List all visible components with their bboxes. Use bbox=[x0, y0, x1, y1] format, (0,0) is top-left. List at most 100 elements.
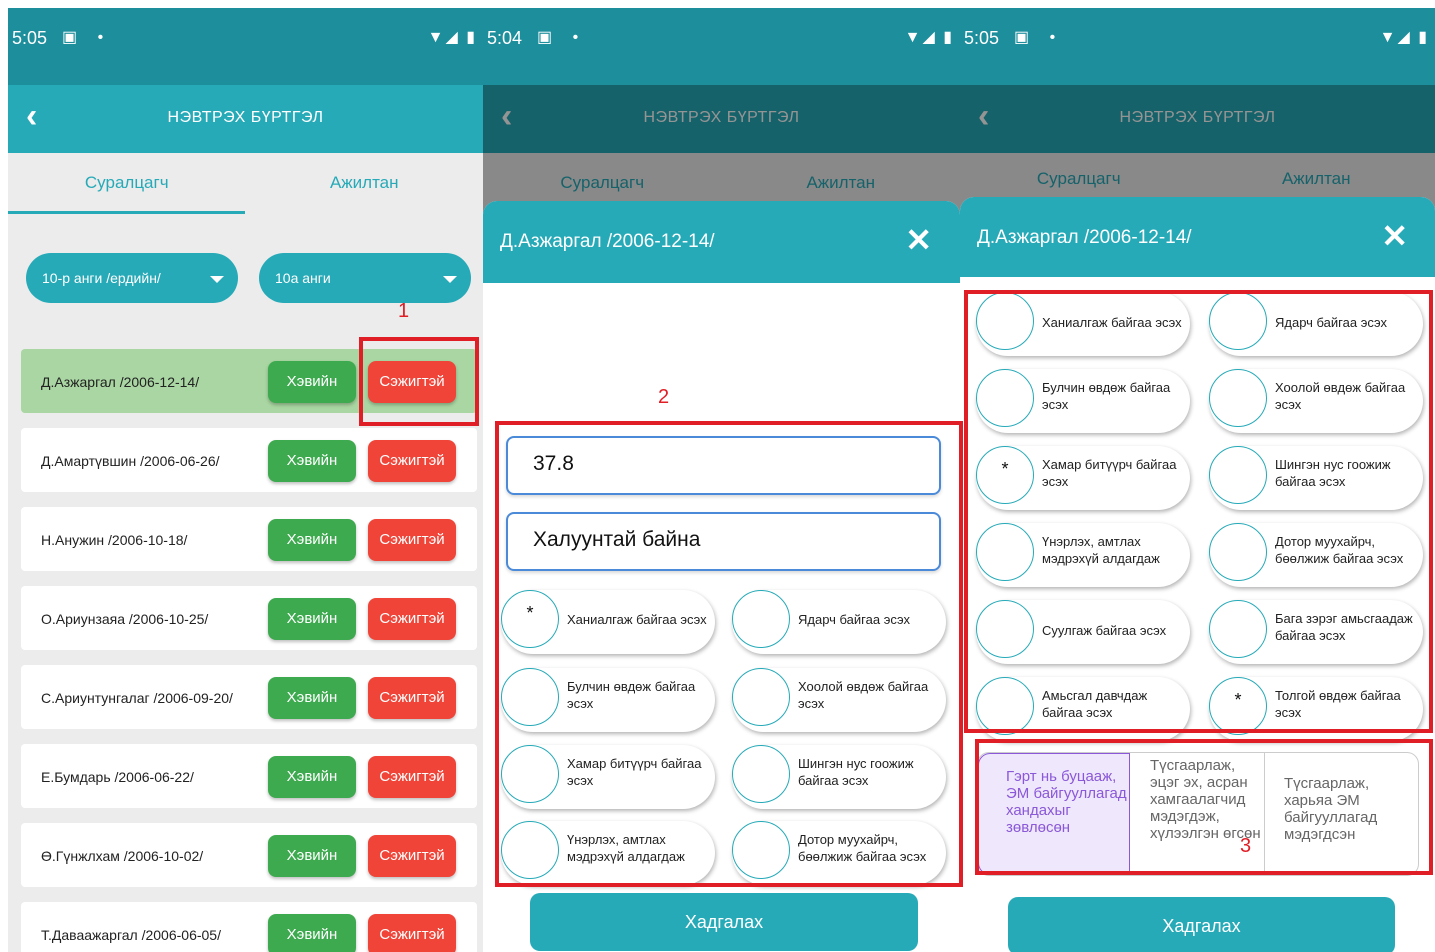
student-row[interactable]: Н.Анужин /2006-10-18/ Хэвийн Сэжигтэй bbox=[21, 507, 477, 571]
radio-circle[interactable]: * bbox=[1209, 677, 1267, 735]
radio-circle[interactable] bbox=[501, 821, 559, 879]
radio-circle[interactable]: * bbox=[501, 590, 559, 648]
symptom-option[interactable]: * Толгой өвдөж байгаа эсэх bbox=[1209, 677, 1423, 741]
selected-mark bbox=[1210, 370, 1266, 382]
radio-circle[interactable] bbox=[501, 745, 559, 803]
temperature-input[interactable]: 37.8 bbox=[506, 436, 941, 495]
suspicious-button[interactable]: Сэжигтэй bbox=[368, 835, 456, 877]
symptom-option[interactable]: Шингэн нус гоожиж байгаа эсэх bbox=[732, 745, 946, 809]
symptom-option[interactable]: Үнэрлэх, амтлах мэдрэхүй алдагдаж bbox=[976, 523, 1190, 587]
decision-option-notify-health-org[interactable]: Түсгаарлаж, харьяа ЭМ байгууллагад мэдэг… bbox=[1265, 753, 1418, 875]
student-row[interactable]: Е.Бумдарь /2006-06-22/ Хэвийн Сэжигтэй bbox=[21, 744, 477, 808]
screen-symptom-form: 5:04 ▣ • ▼◢ ▮ ‹ НЭВТРЭХ БҮРТГЭЛ Суралцаг… bbox=[483, 8, 960, 952]
radio-circle[interactable] bbox=[1209, 446, 1267, 504]
signal-battery-icon: ▼◢ ▮ bbox=[904, 29, 954, 46]
symptom-label: Ядарч байгаа эсэх bbox=[1275, 315, 1387, 330]
selected-mark bbox=[977, 678, 1033, 690]
screen-student-list: 5:05 ▣ • ▼◢ ▮ ‹ НЭВТРЭХ БҮРТГЭЛ Суралцаг… bbox=[8, 8, 483, 952]
symptom-option[interactable]: Ядарч байгаа эсэх bbox=[732, 590, 946, 654]
student-row[interactable]: О.Ариунзаяа /2006-10-25/ Хэвийн Сэжигтэй bbox=[21, 586, 477, 650]
close-icon[interactable]: ✕ bbox=[905, 223, 932, 257]
save-button[interactable]: Хадгалах bbox=[1008, 897, 1395, 952]
selected-mark bbox=[1210, 447, 1266, 459]
normal-button[interactable]: Хэвийн bbox=[268, 361, 356, 403]
symptom-option[interactable]: Хоолой өвдөж байгаа эсэх bbox=[1209, 369, 1423, 433]
radio-circle[interactable] bbox=[732, 821, 790, 879]
symptom-label: Амьсгал давчдаж байгаа эсэх bbox=[1042, 688, 1148, 720]
suspicious-button[interactable]: Сэжигтэй bbox=[368, 914, 456, 952]
radio-circle[interactable] bbox=[1209, 600, 1267, 658]
normal-button[interactable]: Хэвийн bbox=[268, 598, 356, 640]
save-button[interactable]: Хадгалах bbox=[530, 893, 918, 951]
radio-circle[interactable] bbox=[976, 600, 1034, 658]
symptom-option[interactable]: Үнэрлэх, амтлах мэдрэхүй алдагдаж bbox=[501, 821, 715, 885]
radio-circle[interactable] bbox=[976, 677, 1034, 735]
suspicious-button[interactable]: Сэжигтэй bbox=[368, 519, 456, 561]
note-input[interactable]: Халуунтай байна bbox=[506, 512, 941, 571]
suspicious-button[interactable]: Сэжигтэй bbox=[368, 598, 456, 640]
symptom-option[interactable]: Амьсгал давчдаж байгаа эсэх bbox=[976, 677, 1190, 741]
suspicious-button[interactable]: Сэжигтэй bbox=[368, 677, 456, 719]
student-row[interactable]: Д.Азжаргал /2006-12-14/ Хэвийн Сэжигтэй bbox=[21, 349, 477, 413]
suspicious-button[interactable]: Сэжигтэй bbox=[368, 361, 456, 403]
symptom-label: Бага зэрэг амьсгаадаж байгаа эсэх bbox=[1275, 611, 1413, 643]
radio-circle[interactable] bbox=[732, 590, 790, 648]
student-row[interactable]: Т.Даваажаргал /2006-06-05/ Хэвийн Сэжигт… bbox=[21, 902, 477, 952]
student-name: Т.Даваажаргал /2006-06-05/ bbox=[41, 927, 221, 943]
radio-circle[interactable] bbox=[1209, 369, 1267, 427]
selected-mark bbox=[502, 669, 558, 681]
chevron-down-icon bbox=[210, 276, 224, 283]
tab-students[interactable]: Суралцагч bbox=[8, 173, 246, 193]
symptom-label: Шингэн нус гоожиж байгаа эсэх bbox=[798, 756, 914, 788]
radio-circle[interactable] bbox=[976, 369, 1034, 427]
symptom-option[interactable]: Булчин өвдөж байгаа эсэх bbox=[976, 369, 1190, 433]
decision-option-send-home[interactable]: Гэрт нь буцааж, ЭМ байгууллагад хандахыг… bbox=[978, 753, 1130, 875]
close-icon[interactable]: ✕ bbox=[1381, 219, 1408, 253]
grade-dropdown[interactable]: 10-р анги /ердийн/ bbox=[26, 253, 238, 303]
status-bar: 5:05 ▣ • ▼◢ ▮ bbox=[8, 8, 483, 85]
radio-circle[interactable]: * bbox=[976, 446, 1034, 504]
radio-circle[interactable] bbox=[732, 668, 790, 726]
normal-button[interactable]: Хэвийн bbox=[268, 677, 356, 719]
symptom-label: Үнэрлэх, амтлах мэдрэхүй алдагдаж bbox=[567, 832, 685, 864]
normal-button[interactable]: Хэвийн bbox=[268, 440, 356, 482]
radio-circle[interactable] bbox=[1209, 523, 1267, 581]
radio-circle[interactable] bbox=[501, 668, 559, 726]
radio-circle[interactable] bbox=[732, 745, 790, 803]
radio-circle[interactable] bbox=[976, 523, 1034, 581]
suspicious-button[interactable]: Сэжигтэй bbox=[368, 440, 456, 482]
symptom-option[interactable]: Дотор муухайрч, бөөлжиж байгаа эсэх bbox=[732, 821, 946, 885]
selected-mark bbox=[977, 601, 1033, 613]
app-bar: ‹ НЭВТРЭХ БҮРТГЭЛ bbox=[8, 85, 483, 153]
student-list-area: 10-р анги /ердийн/ 10а анги Д.Азжаргал /… bbox=[8, 215, 483, 952]
symptom-option[interactable]: Шингэн нус гоожиж байгаа эсэх bbox=[1209, 446, 1423, 510]
student-name: Д.Амартүвшин /2006-06-26/ bbox=[41, 453, 220, 469]
normal-button[interactable]: Хэвийн bbox=[268, 914, 356, 952]
symptom-option[interactable]: Дотор муухайрч, бөөлжиж байгаа эсэх bbox=[1209, 523, 1423, 587]
selected-mark bbox=[502, 822, 558, 834]
symptom-option[interactable]: Ядарч байгаа эсэх bbox=[1209, 292, 1423, 356]
symptom-option[interactable]: Суулгаж байгаа эсэх bbox=[976, 600, 1190, 664]
student-row[interactable]: Ө.Гүнжлхам /2006-10-02/ Хэвийн Сэжигтэй bbox=[21, 823, 477, 887]
radio-circle[interactable] bbox=[976, 292, 1034, 350]
normal-button[interactable]: Хэвийн bbox=[268, 756, 356, 798]
selected-mark bbox=[1210, 524, 1266, 536]
symptom-option[interactable]: Хоолой өвдөж байгаа эсэх bbox=[732, 668, 946, 732]
normal-button[interactable]: Хэвийн bbox=[268, 835, 356, 877]
symptom-label: Дотор муухайрч, бөөлжиж байгаа эсэх bbox=[798, 832, 927, 864]
symptom-option[interactable]: * Хамар битүүрч байгаа эсэх bbox=[976, 446, 1190, 510]
tab-staff[interactable]: Ажилтан bbox=[246, 173, 484, 193]
radio-circle[interactable] bbox=[1209, 292, 1267, 350]
symptom-option[interactable]: Ханиалгаж байгаа эсэх bbox=[976, 292, 1190, 356]
symptom-option[interactable]: * Ханиалгаж байгаа эсэх bbox=[501, 590, 715, 654]
symptom-option[interactable]: Бага зэрэг амьсгаадаж байгаа эсэх bbox=[1209, 600, 1423, 664]
suspicious-button[interactable]: Сэжигтэй bbox=[368, 756, 456, 798]
symptom-option[interactable]: Хамар битүүрч байгаа эсэх bbox=[501, 745, 715, 809]
symptom-modal: Д.Азжаргал /2006-12-14/ ✕ Ханиалгаж байг… bbox=[960, 197, 1435, 952]
student-row[interactable]: Д.Амартүвшин /2006-06-26/ Хэвийн Сэжигтэ… bbox=[21, 428, 477, 492]
normal-button[interactable]: Хэвийн bbox=[268, 519, 356, 561]
student-row[interactable]: С.Ариунтунгалаг /2006-09-20/ Хэвийн Сэжи… bbox=[21, 665, 477, 729]
class-dropdown[interactable]: 10а анги bbox=[259, 253, 471, 303]
symptom-option[interactable]: Булчин өвдөж байгаа эсэх bbox=[501, 668, 715, 732]
symptom-label: Хамар битүүрч байгаа эсэх bbox=[1042, 457, 1177, 489]
